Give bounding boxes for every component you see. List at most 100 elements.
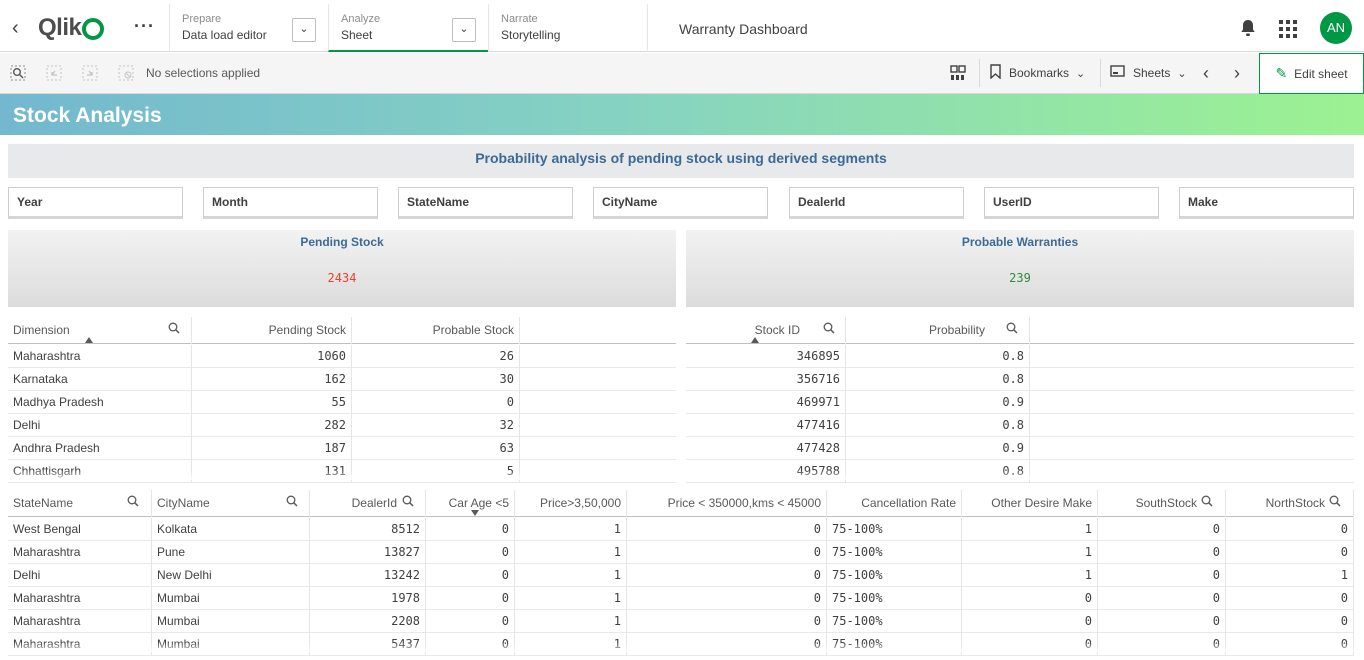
kpi-probable-warranties[interactable]: Probable Warranties 239 — [686, 230, 1354, 307]
filter-pane-cityname[interactable]: CityName — [593, 187, 768, 219]
table-row[interactable]: 356716 0.8 — [686, 368, 1354, 391]
step-back-icon[interactable] — [46, 65, 62, 81]
table-row[interactable]: Maharashtra 1060 26 — [8, 345, 676, 368]
logo-text: Qlik — [38, 14, 82, 41]
pencil-icon: ✎ — [1275, 65, 1288, 81]
table-cell: 0 — [426, 587, 515, 610]
filter-pane-userid[interactable]: UserID — [984, 187, 1159, 219]
table-cell: Maharashtra — [8, 610, 152, 633]
column-header-dealerid[interactable]: DealerId — [310, 490, 426, 517]
table-cell: 1 — [515, 541, 627, 564]
table-cell: 0 — [1098, 518, 1226, 541]
kpi-title: Probable Warranties — [961, 235, 1079, 249]
table-row[interactable]: Maharashtra Pune 13827 0 1 0 75-100% 1 0 0 — [8, 541, 1354, 564]
prepare-dropdown-chevron-icon[interactable]: ⌄ — [292, 18, 316, 42]
table-row[interactable]: 477416 0.8 — [686, 414, 1354, 437]
smart-search-icon[interactable] — [10, 65, 26, 81]
sort-ascending-icon — [751, 337, 759, 343]
column-header-probable-stock[interactable]: Probable Stock — [352, 317, 520, 344]
table-cell: 75-100% — [827, 564, 962, 587]
table-cell: 0 — [1226, 587, 1354, 610]
filter-pane-year[interactable]: Year — [8, 187, 183, 219]
table-cell: 0 — [1226, 610, 1354, 633]
bookmarks-button[interactable]: Bookmarks ⌄ — [982, 53, 1093, 93]
column-header-pending-stock[interactable]: Pending Stock — [192, 317, 352, 344]
column-header-southstock[interactable]: SouthStock — [1098, 490, 1226, 517]
clear-selections-icon[interactable] — [118, 65, 134, 81]
search-icon[interactable] — [1329, 495, 1341, 510]
search-icon[interactable] — [823, 322, 835, 337]
table-row[interactable]: Delhi 282 32 — [8, 414, 676, 437]
filter-pane-dealerid[interactable]: DealerId — [789, 187, 964, 219]
sheets-icon — [1110, 65, 1125, 81]
table-row[interactable]: Karnataka 162 30 — [8, 368, 676, 391]
table-cell: Kolkata — [152, 518, 310, 541]
user-avatar[interactable]: AN — [1320, 12, 1352, 44]
table-row[interactable]: 469971 0.9 — [686, 391, 1354, 414]
assets-panel-grid-icon[interactable] — [950, 65, 966, 81]
column-header-dimension[interactable]: Dimension — [8, 317, 192, 344]
column-header-northstock[interactable]: NorthStock — [1226, 490, 1354, 517]
kpi-pending-stock[interactable]: Pending Stock 2434 — [8, 230, 676, 307]
table-cell: 356716 — [686, 368, 846, 391]
table-cell: 282 — [192, 414, 352, 437]
back-arrow-icon[interactable]: ‹ — [12, 16, 32, 40]
search-icon[interactable] — [402, 495, 414, 510]
table-row[interactable]: Andhra Pradesh 187 63 — [8, 437, 676, 460]
table-row[interactable]: Maharashtra Mumbai 2208 0 1 0 75-100% 0 0 0 — [8, 610, 1354, 633]
analyze-dropdown-chevron-icon[interactable]: ⌄ — [452, 18, 476, 42]
filter-pane-month[interactable]: Month — [203, 187, 378, 219]
column-header-price-kms[interactable]: Price < 350000,kms < 45000 — [627, 490, 827, 517]
tab-analyze[interactable]: Analyze Sheet ⌄ — [328, 4, 488, 52]
column-header-other-desire-make[interactable]: Other Desire Make — [962, 490, 1098, 517]
table-row[interactable]: Delhi New Delhi 13242 0 1 0 75-100% 1 0 1 — [8, 564, 1354, 587]
column-header-cancellation-rate[interactable]: Cancellation Rate — [827, 490, 962, 517]
table-cell: 0 — [426, 518, 515, 541]
search-icon[interactable] — [1201, 495, 1213, 510]
edit-sheet-button[interactable]: ✎ Edit sheet — [1259, 53, 1364, 94]
table-cell: 0 — [627, 610, 827, 633]
column-header-label: Dimension — [13, 323, 70, 337]
table-cell: 0 — [352, 391, 520, 414]
more-options-icon[interactable]: ··· — [134, 16, 155, 37]
tab-prepare[interactable]: Prepare Data load editor ⌄ — [169, 4, 328, 52]
filter-pane-statename[interactable]: StateName — [398, 187, 573, 219]
filter-pane-make[interactable]: Make — [1179, 187, 1354, 219]
search-icon[interactable] — [127, 495, 139, 510]
search-icon[interactable] — [168, 322, 180, 337]
table-cell: 2208 — [310, 610, 426, 633]
next-sheet-chevron-right-icon[interactable]: › — [1226, 53, 1248, 93]
table-row[interactable]: West Bengal Kolkata 8512 0 1 0 75-100% 1 0 0 — [8, 518, 1354, 541]
table-row[interactable]: 346895 0.8 — [686, 345, 1354, 368]
search-icon[interactable] — [1006, 322, 1018, 337]
sheets-button[interactable]: Sheets ⌄ — [1102, 53, 1195, 93]
column-header-car-age[interactable]: Car Age <5 — [426, 490, 515, 517]
table-cell: 55 — [192, 391, 352, 414]
table-cell: New Delhi — [152, 564, 310, 587]
table-cell: 13242 — [310, 564, 426, 587]
search-icon[interactable] — [286, 495, 298, 510]
column-header-statename[interactable]: StateName — [8, 490, 152, 517]
notifications-bell-icon[interactable] — [1240, 19, 1256, 42]
table-row[interactable]: Maharashtra Mumbai 1978 0 1 0 75-100% 0 0 0 — [8, 587, 1354, 610]
table-cell: 0 — [1226, 541, 1354, 564]
previous-sheet-chevron-left-icon[interactable]: ‹ — [1195, 53, 1217, 93]
app-launcher-grid-icon[interactable] — [1279, 20, 1297, 38]
table-cell: 1 — [515, 518, 627, 541]
table-cell: 0.9 — [846, 391, 1030, 414]
table-cell: Maharashtra — [8, 345, 192, 368]
column-header-price-above-350000[interactable]: Price>3,50,000 — [515, 490, 627, 517]
table-cell: 0 — [962, 610, 1098, 633]
table-cell: 0 — [627, 587, 827, 610]
table-cell: 0 — [426, 610, 515, 633]
table-row[interactable]: Madhya Pradesh 55 0 — [8, 391, 676, 414]
qlik-logo[interactable]: Qlik — [38, 14, 105, 41]
tab-narrate[interactable]: Narrate Storytelling — [488, 4, 648, 52]
step-forward-icon[interactable] — [82, 65, 98, 81]
column-header-cityname[interactable]: CityName — [152, 490, 310, 517]
column-header-probability[interactable]: Probability — [846, 317, 1030, 344]
table-cell: Delhi — [8, 564, 152, 587]
table-cell: 477428 — [686, 437, 846, 460]
table-row[interactable]: 477428 0.9 — [686, 437, 1354, 460]
column-header-stock-id[interactable]: Stock ID — [686, 317, 846, 344]
